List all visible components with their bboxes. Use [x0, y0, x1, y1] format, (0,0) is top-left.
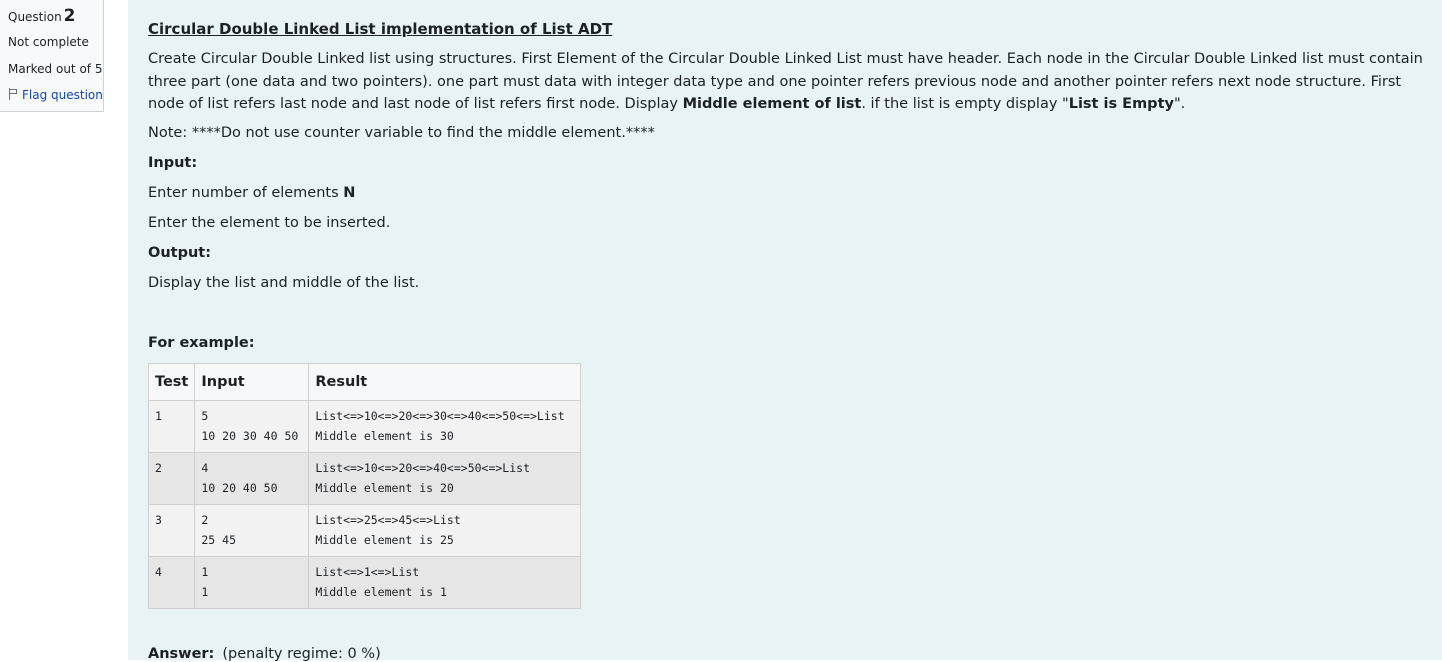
desc-text-2: . if the list is empty display ": [861, 96, 1069, 112]
cell-input: 4 10 20 40 50: [194, 452, 310, 505]
question-number: Question 2: [8, 6, 76, 26]
question-number-value: 2: [63, 6, 76, 26]
cell-test: 1: [147, 400, 196, 453]
table-row: 2 4 10 20 40 50 List<=>10<=>20<=>40<=>50…: [147, 452, 582, 505]
question-grade: Marked out of 5: [8, 62, 103, 76]
cell-input: 2 25 45: [194, 504, 310, 557]
question-word: Question: [8, 10, 62, 24]
table-row: 3 2 25 45 List<=>25<=>45<=>List Middle e…: [147, 504, 582, 557]
header-test: Test: [147, 363, 196, 401]
input-heading: Input:: [148, 155, 198, 171]
cell-test: 2: [147, 452, 196, 505]
desc-text-3: ".: [1173, 96, 1186, 112]
cell-result: List<=>10<=>20<=>30<=>40<=>50<=>List Mid…: [308, 400, 582, 453]
cell-result: List<=>1<=>List Middle element is 1: [308, 556, 582, 609]
example-heading: For example:: [148, 335, 255, 351]
flag-question-label: Flag question: [22, 88, 103, 102]
cell-test: 4: [147, 556, 196, 609]
table-row: 4 1 1 List<=>1<=>List Middle element is …: [147, 556, 582, 609]
header-input: Input: [194, 363, 310, 401]
question-state: Not complete: [8, 35, 89, 49]
examples-table: Test Input Result 1 5 10 20 30 40 50 Lis…: [147, 363, 582, 609]
input-line-2: Enter the element to be inserted.: [148, 215, 391, 231]
flag-icon: [8, 88, 18, 100]
flag-question-link[interactable]: Flag question: [8, 88, 103, 102]
desc-bold-2: List is Empty: [1068, 96, 1174, 112]
cell-test: 3: [147, 504, 196, 557]
cell-result: List<=>10<=>20<=>40<=>50<=>List Middle e…: [308, 452, 582, 505]
question-formulation: Circular Double Linked List implementati…: [128, 0, 1442, 662]
note-text: Note: ****Do not use counter variable to…: [148, 125, 655, 141]
header-result: Result: [308, 363, 582, 401]
question-description: Create Circular Double Linked list using…: [148, 48, 1428, 116]
input-line-1: Enter number of elements N: [148, 185, 356, 201]
cell-input: 5 10 20 30 40 50: [194, 400, 310, 453]
cell-result: List<=>25<=>45<=>List Middle element is …: [308, 504, 582, 557]
cell-input: 1 1: [194, 556, 310, 609]
question-info-panel: Question 2 Not complete Marked out of 5 F…: [0, 0, 104, 112]
question-title: Circular Double Linked List implementati…: [148, 20, 613, 38]
output-heading: Output:: [148, 245, 212, 261]
examples-header-row: Test Input Result: [147, 363, 582, 401]
desc-bold-1: Middle element of list: [682, 96, 862, 112]
output-line: Display the list and middle of the list.: [148, 275, 420, 291]
table-row: 1 5 10 20 30 40 50 List<=>10<=>20<=>30<=…: [147, 400, 582, 453]
